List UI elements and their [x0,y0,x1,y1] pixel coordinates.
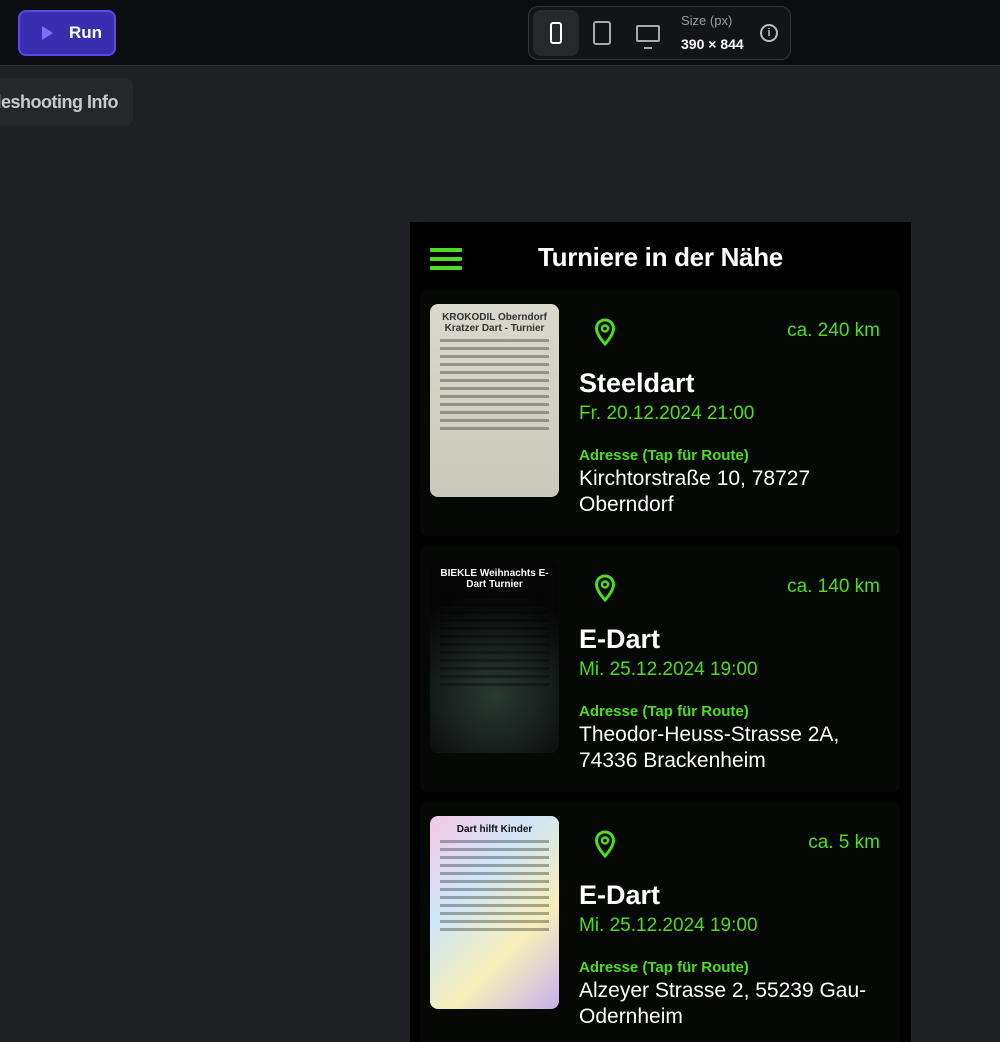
location-pin-icon [594,830,616,858]
address-label: Adresse (Tap für Route) [579,447,749,464]
tablet-device-button[interactable] [579,10,625,56]
distance: ca. 240 km [787,320,880,341]
tournament-type: E-Dart [579,880,661,910]
troubleshooting-info-button[interactable]: leshooting Info [0,78,133,126]
address-link[interactable]: Kirchtorstraße 10, 78727 Oberndorf [579,466,879,518]
location-pin-icon [594,574,616,602]
desktop-device-button[interactable] [625,10,671,56]
play-icon [42,26,53,40]
tablet-icon [593,21,611,45]
tournament-date: Fr. 20.12.2024 21:00 [579,403,755,424]
page-title: Turniere in der Nähe [538,242,783,272]
phone-icon [550,22,562,44]
tournament-type: E-Dart [579,624,661,654]
tournament-date: Mi. 25.12.2024 19:00 [579,659,758,680]
poster-text: BIEKLE Weihnachts E- Dart Turnier [440,568,549,590]
poster-text: KROKODIL Oberndorf Kratzer Dart - Turnie… [442,312,547,334]
ide-toolbar: Run Size (px) 390 × 844 i [0,0,1000,66]
address-link[interactable]: Alzeyer Strasse 2, 55239 Gau-Odernheim [579,978,879,1030]
tournament-type: Steeldart [579,368,695,398]
address-label: Adresse (Tap für Route) [579,959,749,976]
tournament-card[interactable]: BIEKLE Weihnachts E- Dart Turnier ca. 14… [420,546,900,792]
run-button[interactable]: Run [18,10,116,56]
location-pin-icon [594,318,616,346]
desktop-icon [636,24,660,49]
distance: ca. 5 km [808,832,880,853]
poster-text: Dart hilft Kinder [456,824,533,835]
device-size-selector: Size (px) 390 × 844 i [528,6,791,60]
size-value: 390 × 844 [681,36,744,52]
tournament-poster-image[interactable]: KROKODIL Oberndorf Kratzer Dart - Turnie… [430,304,559,497]
tournament-poster-image[interactable]: BIEKLE Weihnachts E- Dart Turnier [430,560,559,753]
tournament-date: Mi. 25.12.2024 19:00 [579,915,758,936]
phone-preview: Turniere in der Nähe KROKODIL Oberndorf … [410,222,911,1042]
size-label: Size (px) [681,13,733,28]
phone-device-button[interactable] [533,10,579,56]
address-label: Adresse (Tap für Route) [579,703,749,720]
info-icon[interactable]: i [760,24,778,42]
distance: ca. 140 km [787,576,880,597]
tournament-poster-image[interactable]: Dart hilft Kinder [430,816,559,1009]
run-label: Run [69,23,103,42]
address-link[interactable]: Theodor-Heuss-Strasse 2A, 74336 Brackenh… [579,722,879,774]
tournament-card[interactable]: Dart hilft Kinder ca. 5 km E-Dart Mi. 25… [420,802,900,1042]
tournament-card[interactable]: KROKODIL Oberndorf Kratzer Dart - Turnie… [420,290,900,536]
